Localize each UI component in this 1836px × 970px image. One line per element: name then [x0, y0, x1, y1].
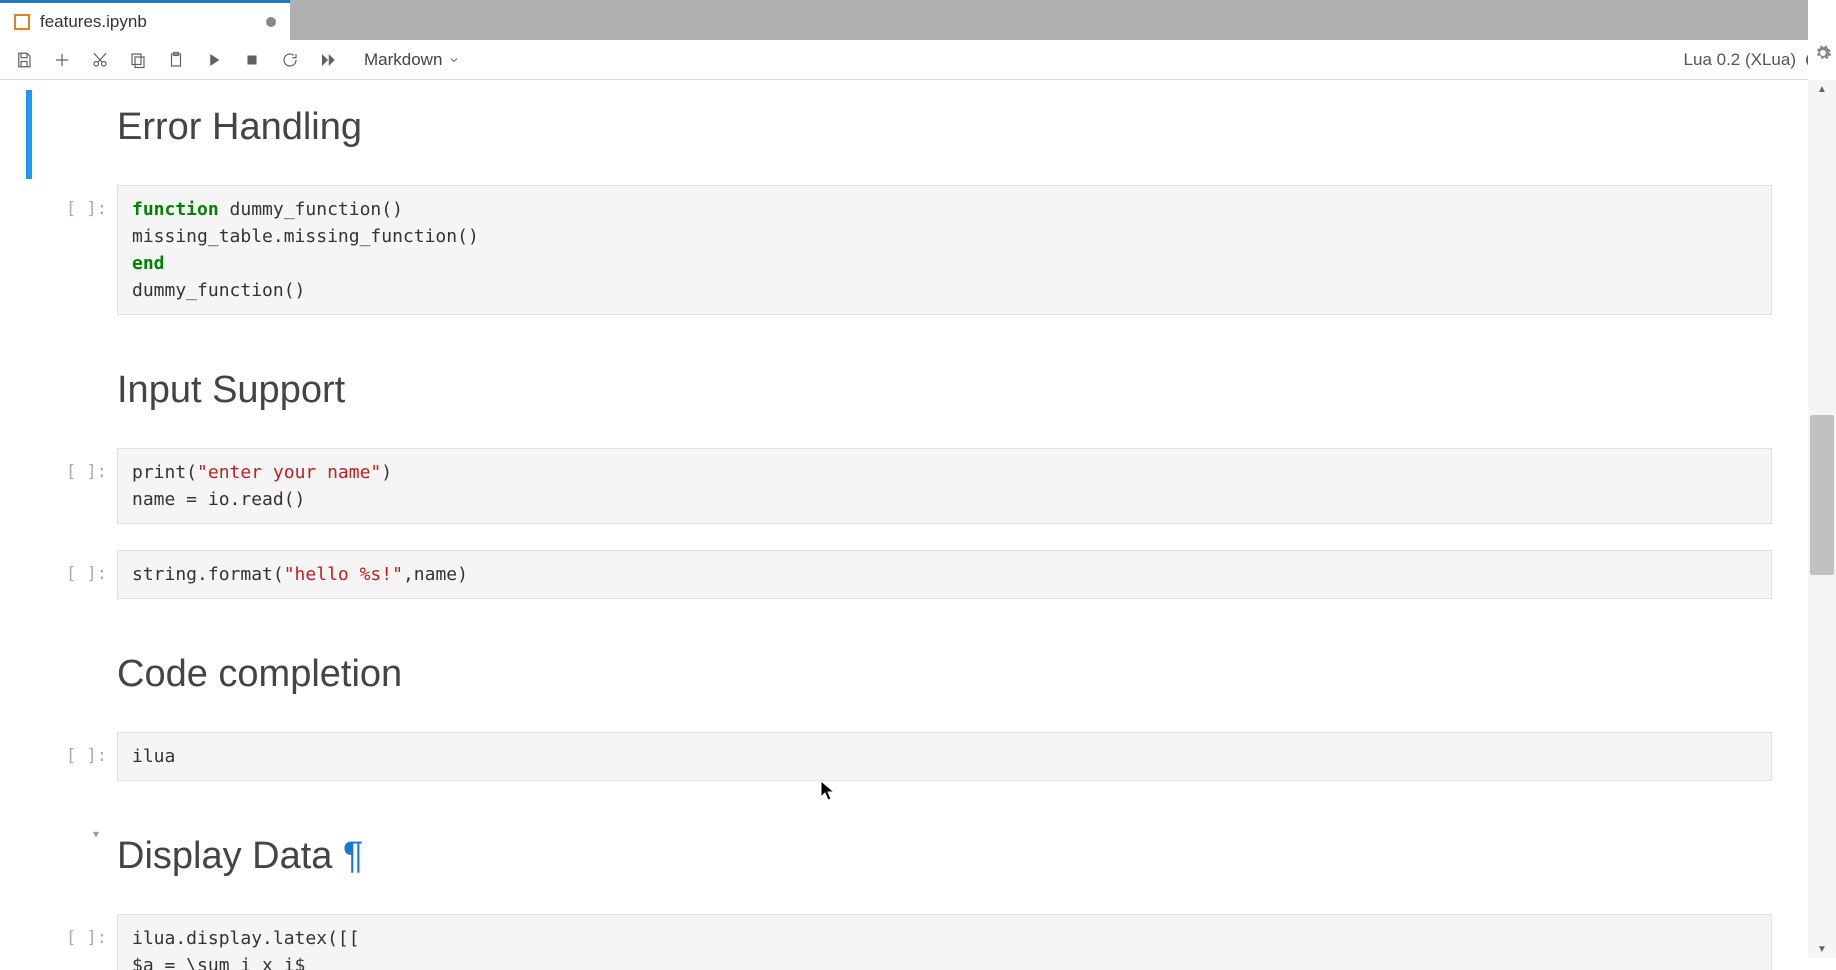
notebook-icon	[14, 14, 30, 30]
code-editor[interactable]: function dummy_function() missing_table.…	[117, 185, 1772, 315]
cell-content: ilua.display.latex([[ $a = \sum_i x_i$	[117, 914, 1772, 970]
markdown-cell[interactable]: Code completion	[26, 625, 1772, 726]
section-heading: Error Handling	[117, 90, 1772, 179]
cell-prompt: [ ]:	[32, 732, 117, 801]
run-all-button[interactable]	[318, 50, 338, 70]
cell-content: Error Handling	[117, 90, 1772, 179]
collapse-caret-icon[interactable]: ▾	[93, 827, 99, 841]
notebook-cells: Error Handling[ ]:function dummy_functio…	[0, 80, 1808, 970]
scroll-up-button[interactable]: ▲	[1808, 80, 1836, 98]
cell-content: string.format("hello %s!",name)	[117, 550, 1772, 619]
tab-title: features.ipynb	[40, 12, 147, 32]
heading-text: Display Data	[117, 835, 332, 877]
anchor-icon[interactable]: ¶	[332, 835, 363, 877]
right-edge: ▲ ▼	[1808, 0, 1836, 970]
notebook-scroll-area[interactable]: Error Handling[ ]:function dummy_functio…	[0, 80, 1808, 970]
cell-type-select[interactable]: Markdown	[364, 50, 460, 70]
stop-button[interactable]	[242, 50, 262, 70]
section-heading: Display Data ¶	[117, 807, 1772, 908]
cell-prompt	[32, 341, 117, 442]
cell-prompt	[32, 90, 117, 179]
cut-button[interactable]	[90, 50, 110, 70]
cell-content: ilua	[117, 732, 1772, 801]
code-editor[interactable]: ilua	[117, 732, 1772, 781]
section-heading: Code completion	[117, 625, 1772, 726]
markdown-cell[interactable]: Error Handling	[26, 90, 1772, 179]
code-cell[interactable]: [ ]:ilua	[26, 732, 1772, 801]
cell-type-label: Markdown	[364, 50, 442, 70]
code-cell[interactable]: [ ]:print("enter your name")name = io.re…	[26, 448, 1772, 544]
cell-prompt	[32, 807, 117, 908]
code-cell[interactable]: [ ]:function dummy_function() missing_ta…	[26, 185, 1772, 335]
tab-bar: features.ipynb	[0, 0, 1836, 40]
markdown-cell[interactable]: Input Support	[26, 341, 1772, 442]
cell-content: Code completion	[117, 625, 1772, 726]
code-editor[interactable]: print("enter your name")name = io.read()	[117, 448, 1772, 524]
scrollbar[interactable]: ▲ ▼	[1808, 80, 1836, 958]
code-editor[interactable]: ilua.display.latex([[ $a = \sum_i x_i$	[117, 914, 1772, 970]
cell-content: function dummy_function() missing_table.…	[117, 185, 1772, 335]
restart-button[interactable]	[280, 50, 300, 70]
scroll-down-button[interactable]: ▼	[1808, 940, 1836, 958]
add-cell-button[interactable]	[52, 50, 72, 70]
kernel-name: Lua 0.2 (XLua)	[1684, 50, 1796, 70]
chevron-down-icon	[448, 54, 460, 66]
cell-content: print("enter your name")name = io.read()	[117, 448, 1772, 544]
cell-prompt: [ ]:	[32, 185, 117, 335]
notebook-toolbar: Markdown Lua 0.2 (XLua)	[0, 40, 1836, 80]
section-heading: Input Support	[117, 341, 1772, 442]
code-cell[interactable]: [ ]:ilua.display.latex([[ $a = \sum_i x_…	[26, 914, 1772, 970]
heading-text: Code completion	[117, 653, 402, 695]
heading-text: Error Handling	[117, 106, 362, 148]
cell-content: ▾Display Data ¶	[117, 807, 1772, 908]
copy-button[interactable]	[128, 50, 148, 70]
code-editor[interactable]: string.format("hello %s!",name)	[117, 550, 1772, 599]
kernel-indicator[interactable]: Lua 0.2 (XLua)	[1684, 50, 1822, 70]
notebook-tab[interactable]: features.ipynb	[0, 0, 290, 40]
cell-prompt	[32, 625, 117, 726]
run-button[interactable]	[204, 50, 224, 70]
markdown-cell[interactable]: ▾ Display Data ¶	[26, 807, 1772, 908]
scroll-thumb[interactable]	[1810, 415, 1834, 575]
gear-icon[interactable]	[1814, 44, 1832, 67]
paste-button[interactable]	[166, 50, 186, 70]
code-cell[interactable]: [ ]:string.format("hello %s!",name)	[26, 550, 1772, 619]
cell-content: Input Support	[117, 341, 1772, 442]
cell-prompt: [ ]:	[32, 448, 117, 544]
heading-text: Input Support	[117, 369, 345, 411]
tab-close-icon[interactable]	[266, 17, 276, 27]
save-button[interactable]	[14, 50, 34, 70]
cell-prompt: [ ]:	[32, 550, 117, 619]
cell-prompt: [ ]:	[32, 914, 117, 970]
